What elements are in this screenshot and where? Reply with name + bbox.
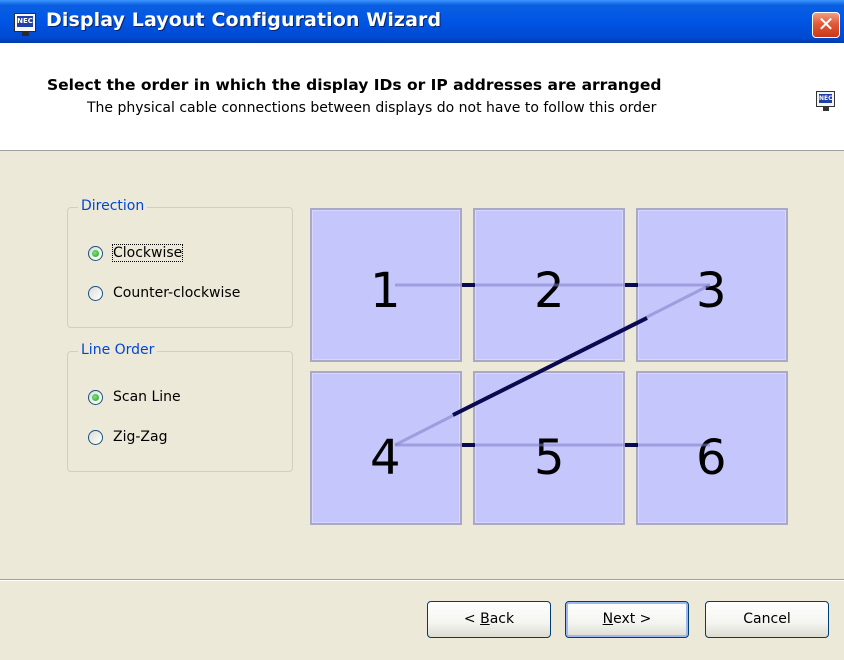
radio-label-clockwise[interactable]: Clockwise bbox=[111, 244, 184, 262]
wizard-header: Select the order in which the display ID… bbox=[0, 43, 844, 151]
line-order-group: Line Order Scan Line Zig-Zag bbox=[67, 342, 293, 472]
radio-button-icon[interactable] bbox=[88, 246, 103, 261]
display-id: 3 bbox=[696, 263, 727, 319]
back-button[interactable]: < Back bbox=[427, 601, 551, 638]
next-button[interactable]: Next > bbox=[565, 601, 689, 638]
display-tile: 5 bbox=[473, 371, 625, 525]
close-button[interactable]: ✕ bbox=[812, 12, 840, 38]
display-tile: 1 bbox=[310, 208, 462, 362]
line-order-group-label: Line Order bbox=[78, 342, 158, 358]
display-tile: 3 bbox=[636, 208, 788, 362]
display-id: 2 bbox=[534, 263, 565, 319]
display-id: 4 bbox=[370, 430, 401, 486]
radio-label-scan-line[interactable]: Scan Line bbox=[113, 389, 181, 405]
display-id: 6 bbox=[696, 430, 727, 486]
header-subtitle: The physical cable connections between d… bbox=[87, 100, 657, 116]
window-title: Display Layout Configuration Wizard bbox=[46, 9, 442, 31]
radio-button-icon[interactable] bbox=[88, 430, 103, 445]
header-title: Select the order in which the display ID… bbox=[47, 76, 662, 94]
cancel-button[interactable]: Cancel bbox=[705, 601, 829, 638]
direction-group-label: Direction bbox=[78, 198, 148, 214]
display-tile: 2 bbox=[473, 208, 625, 362]
monitor-nec-icon: NEC bbox=[14, 13, 36, 36]
title-bar[interactable]: NEC Display Layout Configuration Wizard … bbox=[0, 0, 844, 43]
display-tile: 6 bbox=[636, 371, 788, 525]
direction-group: Direction Clockwise Counter-clockwise bbox=[67, 198, 293, 328]
display-id: 5 bbox=[534, 430, 565, 486]
radio-label-counter-clockwise[interactable]: Counter-clockwise bbox=[113, 285, 240, 301]
monitor-nec-icon: NEC bbox=[816, 91, 835, 111]
display-id: 1 bbox=[370, 263, 401, 319]
display-layout-preview: 1 2 3 4 5 6 bbox=[310, 208, 788, 536]
radio-label-zig-zag[interactable]: Zig-Zag bbox=[113, 429, 167, 445]
display-tile: 4 bbox=[310, 371, 462, 525]
radio-button-icon[interactable] bbox=[88, 286, 103, 301]
radio-button-icon[interactable] bbox=[88, 390, 103, 405]
